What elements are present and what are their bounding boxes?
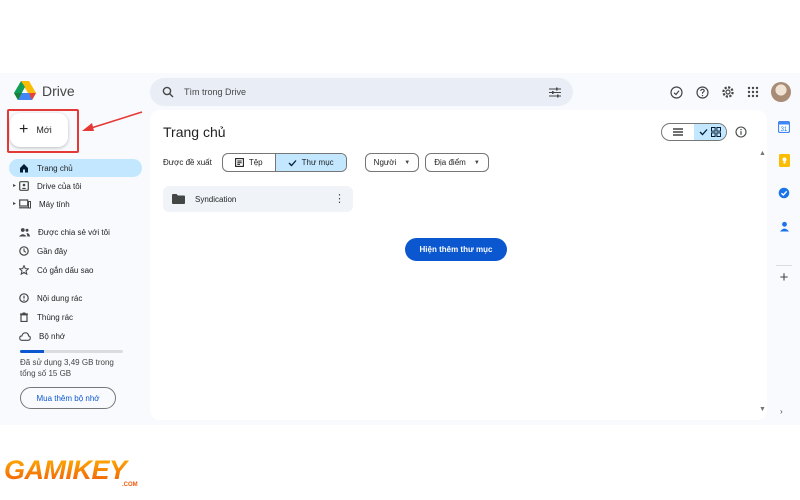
sidebar-item-starred[interactable]: Có gắn dấu sao — [9, 261, 142, 279]
storage-usage-text: Đã sử dụng 3,49 GB trong tổng số 15 GB — [20, 358, 114, 378]
scroll-up-arrow-icon[interactable]: ▲ — [759, 150, 766, 157]
sidebar-item-label: Thùng rác — [37, 312, 74, 322]
main-panel: Trang chủ ▲ Được đề xuất Tệp Thư mục Ngư… — [150, 110, 767, 420]
sidebar-item-my-drive[interactable]: Drive của tôi — [9, 177, 142, 195]
new-button[interactable]: + Mới — [10, 113, 68, 147]
scroll-down-arrow-icon[interactable]: ▼ — [759, 406, 766, 413]
view-toggle[interactable] — [661, 123, 727, 141]
sidebar-item-label: Drive của tôi — [37, 181, 82, 191]
star-icon — [19, 265, 29, 275]
search-bar[interactable]: Tìm trong Drive — [150, 78, 573, 106]
search-icon[interactable] — [160, 84, 176, 100]
sidebar-item-spam[interactable]: Nội dung rác — [9, 289, 142, 307]
sidebar-item-label: Bộ nhớ — [39, 331, 66, 341]
list-view-button[interactable] — [662, 124, 694, 140]
sidebar-item-label: Nội dung rác — [37, 293, 83, 303]
sidebar-item-label: Máy tính — [39, 199, 70, 209]
cloud-icon — [19, 331, 31, 341]
suggested-type-toggle: Tệp Thư mục — [221, 153, 347, 172]
app-name: Drive — [42, 82, 75, 99]
grid-view-button[interactable] — [694, 124, 726, 140]
sidebar-item-computers[interactable]: Máy tính — [9, 195, 142, 213]
settings-gear-icon[interactable] — [720, 84, 736, 100]
svg-text:GAMIKEY: GAMIKEY — [4, 455, 130, 485]
storage-usage-fill — [20, 350, 44, 353]
search-input[interactable]: Tìm trong Drive — [184, 87, 246, 97]
home-icon — [20, 164, 28, 173]
filter-bar: Được đề xuất Tệp Thư mục Người ▼ Địa điể… — [163, 153, 489, 172]
sidebar-item-trash[interactable]: Thùng rác — [9, 308, 142, 326]
grid-view-icon — [711, 127, 721, 137]
dropdown-arrow-icon: ▼ — [473, 159, 480, 166]
sidebar-item-recent[interactable]: Gần đây — [9, 242, 142, 260]
contacts-addon-icon[interactable] — [776, 218, 792, 234]
more-options-icon[interactable]: ⋮ — [334, 193, 345, 205]
sidebar-item-label: Gần đây — [37, 246, 68, 256]
checkmark-icon — [699, 129, 708, 136]
people-filter-dropdown[interactable]: Người ▼ — [364, 153, 420, 172]
sidebar-item-shared[interactable]: Được chia sẻ với tôi — [9, 223, 142, 241]
drive-logo-icon — [14, 81, 36, 100]
expand-panel-chevron-icon[interactable]: › — [780, 407, 783, 416]
tab-folders[interactable]: Thư mục — [274, 154, 346, 171]
sidebar-item-label: Trang chủ — [37, 163, 73, 173]
sidebar-item-label: Được chia sẻ với tôi — [38, 227, 110, 237]
people-filter-label: Người — [373, 158, 397, 167]
sidebar-item-label: Có gắn dấu sao — [37, 265, 94, 275]
sidebar-item-home[interactable]: Trang chủ — [9, 159, 142, 177]
calendar-addon-icon[interactable]: 31 — [776, 119, 792, 135]
checkmark-icon — [288, 159, 297, 166]
suggested-label: Được đề xuất — [163, 158, 212, 167]
search-options-icon[interactable] — [547, 84, 563, 100]
dropdown-arrow-icon: ▼ — [404, 159, 411, 166]
account-avatar[interactable] — [771, 82, 791, 102]
keep-addon-icon[interactable] — [776, 152, 792, 168]
my-drive-icon — [19, 181, 29, 191]
svg-text:.COM: .COM — [122, 482, 138, 488]
offline-status-icon[interactable] — [668, 84, 684, 100]
tab-files[interactable]: Tệp — [223, 154, 275, 171]
location-filter-dropdown[interactable]: Địa điểm ▼ — [425, 153, 489, 172]
info-icon[interactable] — [733, 124, 749, 140]
new-button-label: Mới — [36, 125, 52, 135]
gamikey-watermark-logo: GAMIKEY .COM — [4, 452, 146, 493]
page-title: Trang chủ — [163, 124, 226, 140]
tab-files-label: Tệp — [248, 158, 263, 167]
folder-name: Syndication — [195, 194, 237, 204]
shared-people-icon — [19, 228, 30, 237]
spam-icon — [19, 293, 29, 303]
trash-icon — [20, 312, 28, 322]
add-addon-plus-icon[interactable]: + — [776, 269, 792, 286]
folder-icon — [172, 194, 185, 204]
clock-icon — [19, 246, 29, 256]
help-icon[interactable] — [694, 84, 710, 100]
svg-text:31: 31 — [781, 127, 788, 133]
sidebar-item-storage[interactable]: Bộ nhớ — [9, 327, 142, 345]
tab-folders-label: Thư mục — [301, 158, 334, 167]
document-icon — [234, 158, 244, 167]
computer-icon — [19, 199, 31, 209]
show-more-folders-button[interactable]: Hiện thêm thư mục — [405, 238, 507, 261]
list-view-icon — [673, 128, 683, 136]
tasks-addon-icon[interactable] — [776, 185, 792, 201]
drive-logo[interactable]: Drive — [14, 81, 75, 100]
buy-storage-button[interactable]: Mua thêm bộ nhớ — [20, 387, 116, 409]
plus-icon: + — [19, 121, 29, 138]
apps-grid-icon[interactable] — [745, 84, 761, 100]
storage-usage-bar — [20, 350, 123, 353]
location-filter-label: Địa điểm — [434, 158, 466, 167]
annotation-arrow — [82, 111, 143, 131]
folder-card[interactable]: Syndication ⋮ — [163, 186, 353, 212]
